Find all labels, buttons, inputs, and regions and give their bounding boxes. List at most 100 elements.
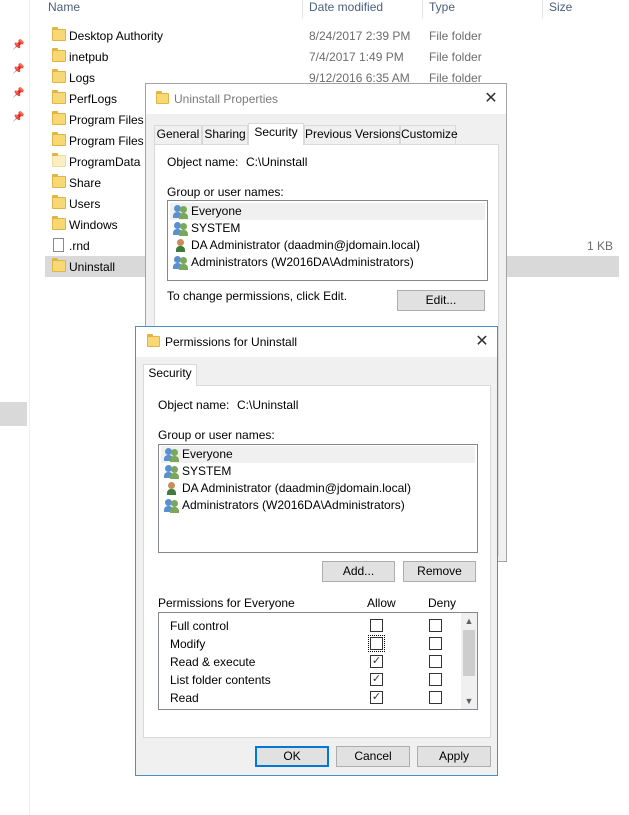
- permission-name: Read: [170, 691, 199, 705]
- folder-icon: [52, 48, 66, 62]
- tab-previous-versions[interactable]: Previous Versions: [304, 125, 401, 144]
- column-header-type[interactable]: Type: [429, 0, 455, 18]
- user-icon: [164, 482, 180, 495]
- apply-button[interactable]: Apply: [417, 746, 491, 767]
- permission-name: Read & execute: [170, 655, 256, 669]
- close-icon[interactable]: ✕: [480, 88, 502, 110]
- properties-user-list[interactable]: Everyone SYSTEM DA Administrator (daadmi…: [167, 200, 488, 281]
- deny-checkbox[interactable]: [429, 709, 442, 710]
- pin-icon[interactable]: 📌: [12, 64, 24, 76]
- allow-checkbox[interactable]: [370, 709, 383, 710]
- file-name: Windows: [69, 218, 118, 232]
- permissions-user-list[interactable]: Everyone SYSTEM DA Administrator (daadmi…: [158, 444, 478, 553]
- file-type: File folder: [429, 50, 482, 64]
- add-button[interactable]: Add...: [322, 561, 395, 582]
- permission-name: Full control: [170, 619, 229, 633]
- cancel-button[interactable]: Cancel: [336, 746, 410, 767]
- tab-sharing[interactable]: Sharing: [202, 125, 248, 144]
- pin-icon[interactable]: 📌: [12, 112, 24, 124]
- permission-row: Modify: [159, 635, 459, 653]
- permission-name: List folder contents: [170, 673, 271, 687]
- deny-checkbox[interactable]: [429, 673, 442, 686]
- column-separator[interactable]: [422, 0, 423, 18]
- user-icon: [173, 239, 189, 252]
- deny-checkbox[interactable]: [429, 619, 442, 632]
- column-separator[interactable]: [542, 0, 543, 18]
- allow-checkbox[interactable]: ✓: [370, 691, 383, 704]
- column-header-name[interactable]: Name: [48, 0, 80, 18]
- user-name: SYSTEM: [191, 221, 241, 235]
- file-row[interactable]: Desktop Authority 8/24/2017 2:39 PM File…: [45, 25, 619, 46]
- allow-checkbox[interactable]: [368, 635, 385, 652]
- folder-icon: [52, 69, 66, 83]
- column-separator[interactable]: [302, 0, 303, 18]
- remove-button[interactable]: Remove: [403, 561, 476, 582]
- file-name: Desktop Authority: [69, 29, 164, 43]
- deny-column-header: Deny: [428, 596, 457, 610]
- scroll-thumb[interactable]: [463, 630, 475, 676]
- permission-row: Full control: [159, 617, 459, 635]
- permissions-titlebar[interactable]: Permissions for Uninstall ✕: [136, 327, 497, 357]
- file-type: File folder: [429, 29, 482, 43]
- file-name: Program Files: [69, 113, 144, 127]
- permission-row: Read ✓: [159, 689, 459, 707]
- pin-icon[interactable]: 📌: [12, 40, 24, 52]
- properties-title: Uninstall Properties: [174, 92, 279, 106]
- folder-icon: [52, 132, 66, 146]
- permission-row-partial: [159, 707, 459, 710]
- file-name: Uninstall: [69, 260, 116, 274]
- list-item[interactable]: Everyone: [161, 446, 475, 463]
- list-item[interactable]: Administrators (W2016DA\Administrators): [161, 497, 475, 514]
- folder-icon: [52, 216, 66, 230]
- permissions-for-label: Permissions for Everyone: [158, 596, 295, 610]
- folder-icon: [156, 91, 169, 104]
- list-item[interactable]: Administrators (W2016DA\Administrators): [170, 254, 485, 271]
- list-item[interactable]: DA Administrator (daadmin@jdomain.local): [161, 480, 475, 497]
- tab-customize[interactable]: Customize: [400, 125, 458, 144]
- list-item[interactable]: SYSTEM: [161, 463, 475, 480]
- file-name: ProgramData: [69, 155, 141, 169]
- permission-row: Read & execute ✓: [159, 653, 459, 671]
- permissions-scrollbar[interactable]: ▲ ▼: [461, 613, 477, 709]
- permissions-tabs: Security: [143, 364, 223, 386]
- tab-security[interactable]: Security: [143, 364, 197, 386]
- file-icon: [53, 238, 64, 252]
- list-item[interactable]: SYSTEM: [170, 220, 485, 237]
- scroll-down-icon[interactable]: ▼: [461, 693, 477, 709]
- folder-icon: [52, 153, 66, 167]
- pin-icon[interactable]: 📌: [12, 88, 24, 100]
- object-name-label: Object name:: [158, 398, 230, 412]
- tab-security[interactable]: Security: [248, 123, 304, 145]
- allow-checkbox[interactable]: [370, 619, 383, 632]
- permissions-dialog: Permissions for Uninstall ✕ Security Obj…: [135, 326, 498, 776]
- user-name: DA Administrator (daadmin@jdomain.local): [182, 481, 411, 495]
- deny-checkbox[interactable]: [429, 655, 442, 668]
- list-item[interactable]: Everyone: [170, 203, 485, 220]
- deny-checkbox[interactable]: [429, 691, 442, 704]
- scroll-up-icon[interactable]: ▲: [461, 613, 477, 629]
- nav-selection[interactable]: [0, 402, 27, 426]
- column-header-date[interactable]: Date modified: [309, 0, 383, 18]
- allow-column-header: Allow: [367, 596, 396, 610]
- users-icon: [173, 205, 189, 219]
- folder-icon: [52, 27, 66, 41]
- ok-button[interactable]: OK: [255, 746, 329, 767]
- column-header-size[interactable]: Size: [549, 0, 572, 18]
- tab-general[interactable]: General: [154, 125, 202, 144]
- users-icon: [173, 256, 189, 270]
- folder-icon: [52, 111, 66, 125]
- close-icon[interactable]: ✕: [471, 331, 493, 353]
- user-name: SYSTEM: [182, 464, 232, 478]
- file-row[interactable]: inetpub 7/4/2017 1:49 PM File folder: [45, 46, 619, 67]
- permissions-table: Full control Modify Read & execute ✓ Lis…: [158, 612, 478, 710]
- list-item[interactable]: DA Administrator (daadmin@jdomain.local): [170, 237, 485, 254]
- edit-button[interactable]: Edit...: [397, 290, 485, 311]
- file-date: 8/24/2017 2:39 PM: [309, 29, 411, 43]
- properties-titlebar[interactable]: Uninstall Properties ✕: [146, 84, 506, 114]
- permission-name: Modify: [170, 637, 206, 651]
- allow-checkbox[interactable]: ✓: [370, 655, 383, 668]
- folder-icon: [147, 334, 160, 347]
- allow-checkbox[interactable]: ✓: [370, 673, 383, 686]
- users-icon: [173, 222, 189, 236]
- deny-checkbox[interactable]: [429, 637, 442, 650]
